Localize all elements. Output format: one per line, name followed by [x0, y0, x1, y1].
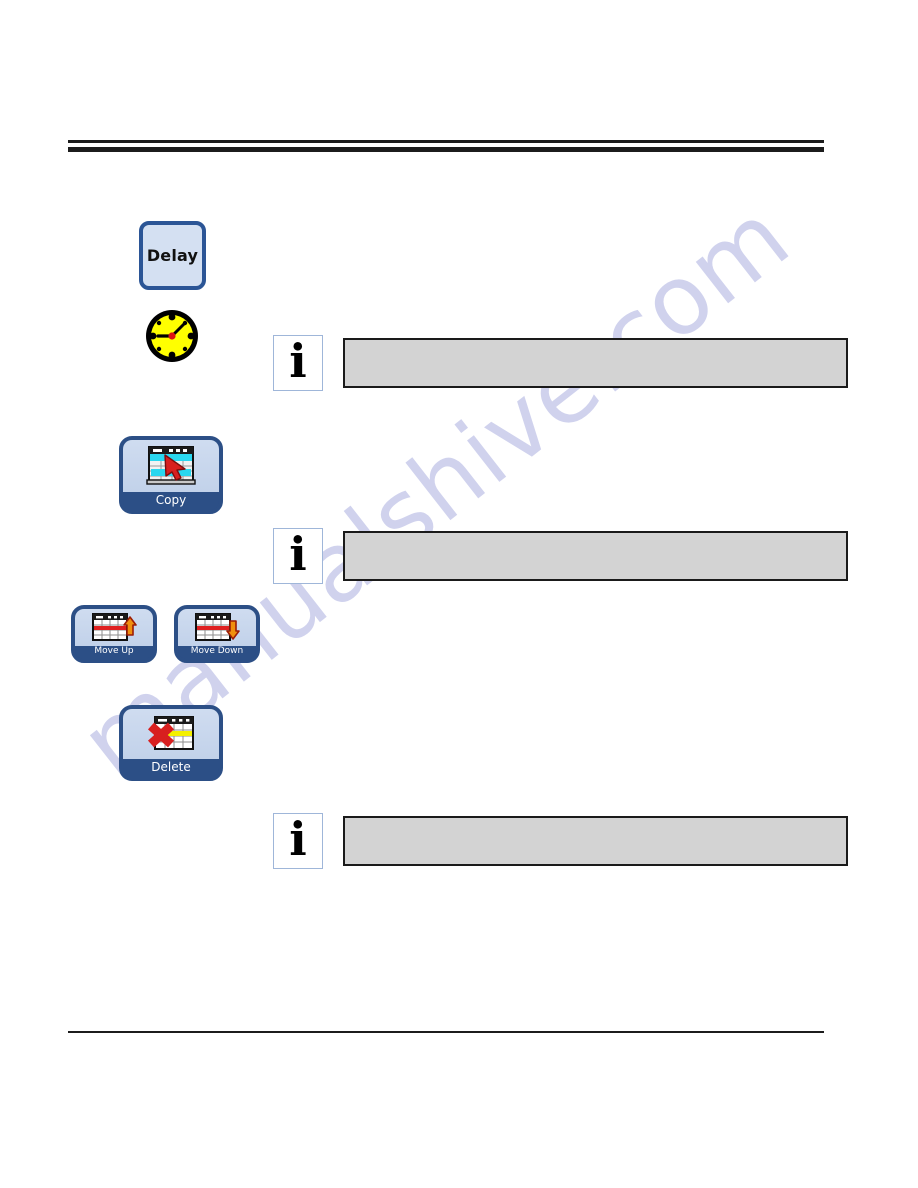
info-note-text	[343, 816, 848, 866]
footer-rule	[68, 1031, 824, 1033]
copy-button-label: Copy	[123, 492, 219, 510]
document-page: Delay i Copy i Move Up Move Down Delete …	[0, 0, 918, 1188]
info-icon: i	[273, 813, 323, 869]
watermark: manualshive.com	[0, 0, 918, 1188]
info-icon: i	[273, 335, 323, 391]
move-up-button-face	[75, 609, 153, 646]
clock-icon	[143, 307, 201, 365]
delete-button[interactable]: Delete	[119, 705, 223, 781]
move-down-button[interactable]: Move Down	[174, 605, 260, 663]
copy-window-icon	[145, 445, 197, 487]
move-up-button[interactable]: Move Up	[71, 605, 157, 663]
table-arrow-up-icon	[91, 611, 137, 645]
header-rule-thin	[68, 140, 824, 143]
info-note: i	[273, 335, 848, 391]
copy-button[interactable]: Copy	[119, 436, 223, 514]
table-red-x-icon	[145, 714, 197, 754]
info-note-text	[343, 338, 848, 388]
move-down-button-face	[178, 609, 256, 646]
info-note-text	[343, 531, 848, 581]
move-down-button-label: Move Down	[178, 646, 256, 659]
info-icon-glyph: i	[289, 527, 307, 582]
info-icon-glyph: i	[289, 334, 307, 389]
move-up-button-label: Move Up	[75, 646, 153, 659]
info-icon: i	[273, 528, 323, 584]
delay-button-label: Delay	[146, 246, 199, 265]
delete-button-face	[123, 709, 219, 759]
info-note: i	[273, 813, 848, 869]
copy-button-face	[123, 440, 219, 492]
table-arrow-down-icon	[194, 611, 240, 645]
info-note: i	[273, 528, 848, 584]
delay-button[interactable]: Delay	[139, 221, 206, 290]
delete-button-label: Delete	[123, 759, 219, 777]
info-icon-glyph: i	[289, 812, 307, 867]
header-rule-thick	[68, 147, 824, 152]
